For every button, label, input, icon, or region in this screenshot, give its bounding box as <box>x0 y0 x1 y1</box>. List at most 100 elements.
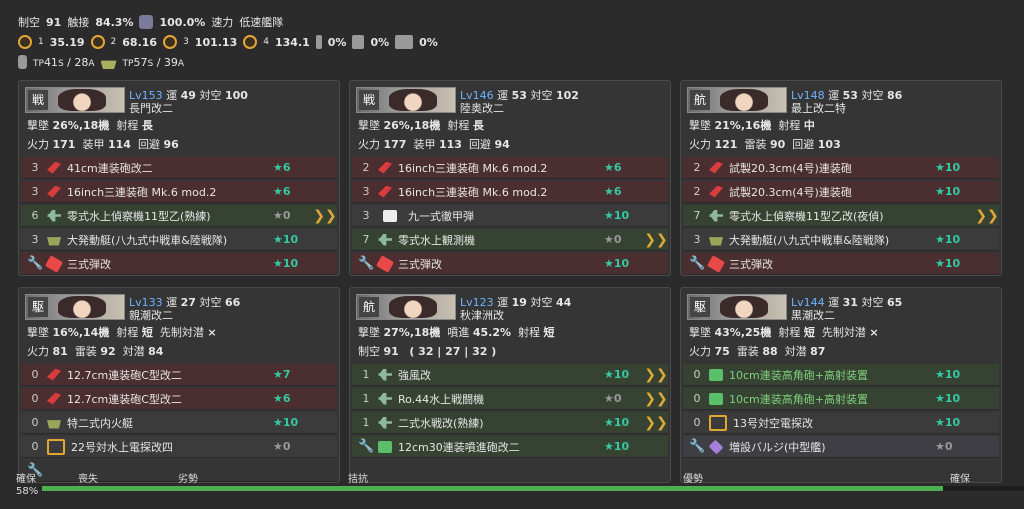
stat-label: 射程 <box>116 119 139 132</box>
ship-portrait <box>389 296 437 318</box>
equipment-slot[interactable]: 2 試製20.3cm(4号)連装砲 ★10 <box>683 157 999 179</box>
air-value: 91 <box>46 15 62 29</box>
ship-stats-row: 撃墜 16%,14機 射程 短 先制対潜 × <box>27 324 224 340</box>
slot-count: 3 <box>31 233 39 246</box>
improvement-stars: ★10 <box>273 416 299 429</box>
equipment-slot[interactable]: 🔧 三式弾改 ★10 <box>683 253 999 275</box>
equipment-slot[interactable]: 3 大発動艇(八九式中戦車&陸戦隊) ★10 <box>21 229 337 251</box>
stat-label: 雷装 <box>744 138 767 151</box>
ship-portrait <box>389 89 437 111</box>
equipment-name: 試製20.3cm(4号)連装砲 <box>729 161 852 175</box>
scale-label: 喪失 <box>78 474 98 485</box>
stat-value: 103 <box>817 138 841 151</box>
improvement-stars: ★6 <box>604 185 622 198</box>
equipment-slot[interactable]: 0 12.7cm連装砲C型改二 ★7 <box>21 364 337 386</box>
equipment-name: 12cm30連装噴進砲改二 <box>398 440 520 454</box>
slot-count: 7 <box>693 209 701 222</box>
equipment-name: 16inch三連装砲 Mk.6 mod.2 <box>398 185 548 199</box>
radar-icon <box>709 414 727 431</box>
aagun-icon <box>709 392 723 405</box>
equipment-slot[interactable]: 1 Ro.44水上戦闘機 ★0 ❯❯ <box>352 388 668 410</box>
equipment-slot[interactable]: 3 16inch三連装砲 Mk.6 mod.2 ★6 <box>21 181 337 203</box>
slot-count: 1 <box>362 392 370 405</box>
stat-value: ( 32 | 27 | 32 ) <box>409 345 497 358</box>
aa-label: 対空 <box>199 296 222 309</box>
plane-icon <box>378 368 392 381</box>
ship-card[interactable]: 戦 Lv146 運 53 対空 102 陸奥改二 撃墜 26%,18機 射程 長 火力… <box>349 80 671 276</box>
tp-boat: TP57S / 39A <box>123 56 185 69</box>
radar-gear-icon <box>139 15 154 29</box>
stat-value: 43%,25機 <box>714 326 772 339</box>
stat-value: 21%,16機 <box>714 119 772 132</box>
los-sub: 3 <box>183 37 189 47</box>
equipment-slot[interactable]: 🔧 増設バルジ(中型艦) ★0 <box>683 436 999 458</box>
stat-label: 射程 <box>778 326 801 339</box>
aa-value: 86 <box>886 89 903 102</box>
gun-icon <box>378 161 392 174</box>
ship-name: 最上改二特 <box>791 102 846 115</box>
ship-stats-row: 制空 91 ( 32 | 27 | 32 ) <box>358 343 503 359</box>
equipment-slot[interactable]: 0 10cm連装高角砲+高射装置 ★10 <box>683 364 999 386</box>
scale-label: 確保 <box>950 474 970 485</box>
slot-count: 2 <box>362 161 370 174</box>
improvement-stars: ★0 <box>604 233 622 246</box>
equipment-slot[interactable]: 0 10cm連装高角砲+高射装置 ★10 <box>683 388 999 410</box>
bar-label: 確保 <box>16 474 36 485</box>
slot-count: 1 <box>362 368 370 381</box>
stat-value: 90 <box>769 138 786 151</box>
ship-card[interactable]: 駆 Lv144 運 31 対空 65 黒潮改二 撃墜 43%,25機 射程 短 先制対… <box>680 287 1002 483</box>
ship-name: 陸奥改二 <box>460 102 504 115</box>
equipment-slot[interactable]: 1 二式水戦改(熟練) ★10 ❯❯ <box>352 412 668 434</box>
equipment-slot[interactable]: 2 16inch三連装砲 Mk.6 mod.2 ★6 <box>352 157 668 179</box>
aa-label: 対空 <box>861 296 884 309</box>
plane-icon <box>378 416 392 429</box>
stat-value: 短 <box>543 326 555 339</box>
equipment-slot[interactable]: 0 特二式内火艇 ★10 <box>21 412 337 434</box>
equipment-slot[interactable]: 0 22号対水上電探改四 ★0 <box>21 436 337 458</box>
ship-card[interactable]: 戦 Lv153 運 49 対空 100 長門改二 撃墜 26%,18機 射程 長 火力… <box>18 80 340 276</box>
slot-count: 3 <box>362 185 370 198</box>
stat-value: 短 <box>803 326 815 339</box>
equipment-slot[interactable]: 🔧 三式弾改 ★10 <box>352 253 668 275</box>
aa-value: 66 <box>224 296 241 309</box>
equipment-slot[interactable]: 7 零式水上観測機 ★0 ❯❯ <box>352 229 668 251</box>
gun-icon <box>47 185 61 198</box>
ship-card[interactable]: 航 Lv123 運 19 対空 44 秋津洲改 撃墜 27%,18機 噴進 45.2%… <box>349 287 671 483</box>
stat-value: 121 <box>714 138 738 151</box>
gun-icon <box>47 161 61 174</box>
ship-stats-row: 火力 121 雷装 90 回避 103 <box>689 136 848 152</box>
equipment-slot[interactable]: 0 13号対空電探改 ★10 <box>683 412 999 434</box>
aa-value: 102 <box>555 89 579 102</box>
equipment-slot[interactable]: 🔧 12cm30連装噴進砲改二 ★10 <box>352 436 668 458</box>
missile-icon <box>383 209 397 222</box>
ship-stats-row: 火力 75 雷装 88 対潜 87 <box>689 343 832 359</box>
ship-card[interactable]: 駆 Lv133 運 27 対空 66 親潮改二撃墜 16%,14機 射程 短 先制対… <box>18 287 340 483</box>
equipment-slot[interactable]: 3 16inch三連装砲 Mk.6 mod.2 ★6 <box>352 181 668 203</box>
improvement-stars: ★6 <box>273 185 291 198</box>
equipment-slot[interactable]: 1 強風改 ★10 ❯❯ <box>352 364 668 386</box>
equipment-name: 強風改 <box>398 368 431 382</box>
equipment-slot[interactable]: 3 九一式徹甲弾 ★10 <box>352 205 668 227</box>
slot-count: 3 <box>362 209 370 222</box>
ship-card[interactable]: 航 Lv148 運 53 対空 86 最上改二特 撃墜 21%,16機 射程 中 火力… <box>680 80 1002 276</box>
smoke-icon <box>315 35 322 49</box>
equipment-slot[interactable]: 2 試製20.3cm(4号)連装砲 ★10 <box>683 181 999 203</box>
stat-value: 91 <box>383 345 399 358</box>
equipment-slot[interactable]: 7 零式水上偵察機11型乙改(夜偵) ❯❯ <box>683 205 999 227</box>
improvement-stars: ★10 <box>935 257 961 270</box>
equipment-slot[interactable]: 6 零式水上偵察機11型乙(熟練) ★0 ❯❯ <box>21 205 337 227</box>
equipment-slot[interactable]: 3 大発動艇(八九式中戦車&陸戦隊) ★10 <box>683 229 999 251</box>
equipment-slot[interactable]: 0 12.7cm連装砲C型改二 ★6 <box>21 388 337 410</box>
stat-label: 雷装 <box>736 345 759 358</box>
equipment-slot[interactable]: 3 41cm連装砲改二 ★6 <box>21 157 337 179</box>
equipment-name: 増設バルジ(中型艦) <box>729 440 826 454</box>
summary-row-3: TP41S / 28A TP57S / 39A <box>18 52 1018 72</box>
equipment-slot[interactable]: 🔧 三式弾改 ★10 <box>21 253 337 275</box>
radar-icon <box>47 438 65 455</box>
ship-header: 駆 Lv133 運 27 対空 66 親潮改二 <box>25 294 335 322</box>
stat-label: 火力 <box>358 138 380 151</box>
stat-label: 射程 <box>778 119 801 132</box>
contact-label: 触接 <box>67 16 90 29</box>
los-icon <box>18 35 32 49</box>
scale-label: 優勢 <box>683 474 703 485</box>
